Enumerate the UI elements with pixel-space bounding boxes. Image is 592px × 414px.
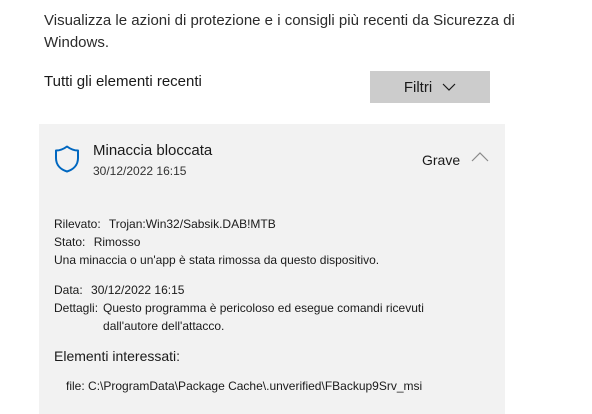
filters-button[interactable]: Filtri [370,71,490,103]
affected-items-title: Elementi interessati: [54,348,181,364]
recent-items-label: Tutti gli elementi recenti [44,73,202,90]
date-value: 30/12/2022 16:15 [91,283,185,297]
protection-history-page: Visualizza le azioni di protezione e i c… [0,0,592,414]
details-value: Questo programma è pericoloso ed esegue … [103,301,424,333]
threat-datetime: 30/12/2022 16:15 [93,164,187,178]
status-label: Stato: [54,235,86,249]
threat-card: Minaccia bloccata 30/12/2022 16:15 Grave… [39,124,505,414]
detected-row: Rilevato: Trojan:Win32/Sabsik.DAB!MTB [54,215,276,233]
details-label: Dettagli: [54,301,99,315]
date-label: Data: [54,283,83,297]
status-value: Rimosso [93,235,141,249]
filters-button-label: Filtri [403,78,433,96]
affected-file-label: file: [66,379,85,393]
details-row: Dettagli: Questo programma è pericoloso … [54,299,494,335]
affected-file-path: C:\ProgramData\Package Cache\.unverified… [88,379,423,393]
shield-icon [55,145,79,173]
status-message: Una minaccia o un'app è stata rimossa da… [54,253,380,267]
detected-value: Trojan:Win32/Sabsik.DAB!MTB [108,217,276,231]
severity-label: Grave [422,152,461,168]
chevron-down-icon [442,83,456,91]
chevron-up-icon[interactable] [471,151,489,163]
date-row: Data: 30/12/2022 16:15 [54,281,184,299]
detected-label: Rilevato: [54,217,101,231]
status-row: Stato: Rimosso [54,233,140,251]
intro-text: Visualizza le azioni di protezione e i c… [44,12,515,51]
affected-file-row: file: C:\ProgramData\Package Cache\.unve… [66,378,422,394]
threat-card-header[interactable]: Minaccia bloccata 30/12/2022 16:15 Grave [39,124,505,186]
threat-title: Minaccia bloccata [93,142,213,159]
